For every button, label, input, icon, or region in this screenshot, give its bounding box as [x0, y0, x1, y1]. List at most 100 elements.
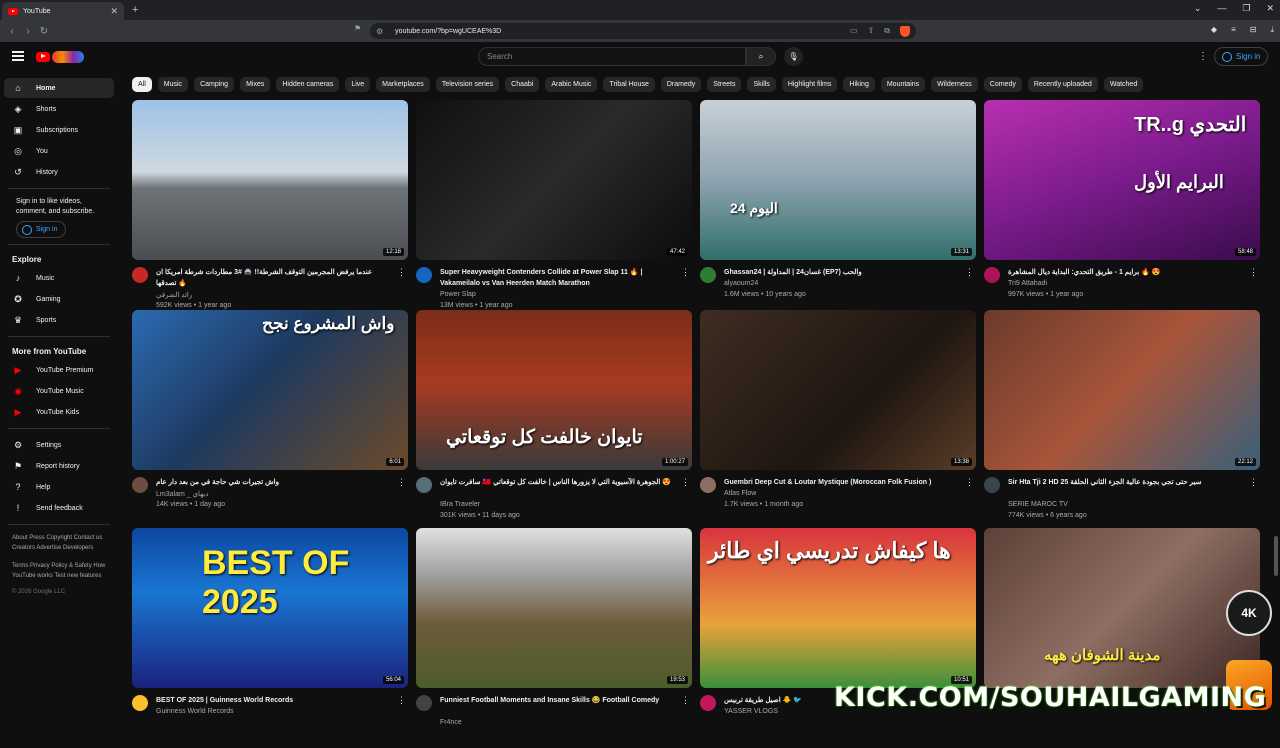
- video-thumbnail[interactable]: مدينة الشوفان ههه: [984, 528, 1260, 688]
- extensions-icon[interactable]: ⊟: [1250, 25, 1257, 35]
- chip[interactable]: Hiking: [843, 77, 875, 92]
- sidebar-item-subscriptions[interactable]: ▣ Subscriptions: [4, 120, 114, 140]
- sidebar-item-feedback[interactable]: ! Send feedback: [4, 498, 114, 518]
- video-thumbnail[interactable]: 12:18: [132, 100, 408, 260]
- video-title[interactable]: Super Heavyweight Contenders Collide at …: [440, 267, 676, 289]
- video-card[interactable]: واش المشروع نجح 6:01 واش تجيرات شي حاجة في…: [132, 310, 408, 530]
- chip[interactable]: Arabic Music: [545, 77, 598, 92]
- sidebar-item-help[interactable]: ? Help: [4, 477, 114, 497]
- chip[interactable]: Music: [157, 77, 189, 92]
- video-card[interactable]: TR..g التحدي البرايم الأول 58:48 برايم 1 - …: [984, 100, 1260, 320]
- video-title[interactable]: سافرت تايوان 🇹🇼 الجوهرة الآسيوية التي لا…: [440, 477, 676, 488]
- share-icon[interactable]: ⇪: [868, 26, 875, 37]
- chip[interactable]: Comedy: [983, 77, 1022, 92]
- cast-icon[interactable]: ▭: [850, 26, 858, 37]
- video-menu-icon[interactable]: ⋮: [397, 267, 406, 278]
- sidebar-item-music[interactable]: ♪ Music: [4, 268, 114, 288]
- video-thumbnail[interactable]: 13:38: [700, 310, 976, 470]
- sidebar-item-premium[interactable]: ▶ YouTube Premium: [4, 360, 114, 380]
- chip[interactable]: Recently uploaded: [1027, 77, 1098, 92]
- chip[interactable]: Dramedy: [660, 77, 702, 92]
- channel-avatar[interactable]: [132, 267, 148, 283]
- channel-avatar[interactable]: [700, 695, 716, 711]
- video-card[interactable]: ها كيفاش تدريسي اي طائر 10:51 اصيل طريقة ت…: [700, 528, 976, 748]
- chip[interactable]: Mixes: [240, 77, 271, 92]
- channel-avatar[interactable]: [132, 477, 148, 493]
- settings-menu-icon[interactable]: ⋮: [1198, 51, 1208, 62]
- sidebar-item-shorts[interactable]: ◈ Shorts: [4, 99, 114, 119]
- menu-icon[interactable]: ≡: [1231, 25, 1236, 35]
- channel-avatar[interactable]: [416, 695, 432, 711]
- sidebar-item-gaming[interactable]: ✪ Gaming: [4, 289, 114, 309]
- chip[interactable]: Wilderness: [931, 77, 978, 92]
- youtube-logo[interactable]: [36, 50, 86, 63]
- url-field[interactable]: ⚙ youtube.com/?bp=wgUCEAE%3D ▭ ⇪ ⧉: [370, 23, 916, 39]
- site-info-icon[interactable]: ⚙: [376, 27, 383, 36]
- channel-name[interactable]: SERIE MAROC TV: [1008, 501, 1068, 508]
- minimize-icon[interactable]: —: [1217, 3, 1226, 14]
- channel-name[interactable]: Guinness World Records: [156, 708, 234, 715]
- chip[interactable]: Streets: [707, 77, 742, 92]
- video-thumbnail[interactable]: TR..g التحدي البرايم الأول 58:48: [984, 100, 1260, 260]
- video-title[interactable]: عندما يرفض المجرمين التوقف الشرطة!! 🚔 #3…: [156, 267, 392, 289]
- channel-name[interactable]: YASSER VLOGS: [724, 708, 778, 715]
- search-input[interactable]: Search: [478, 47, 746, 66]
- video-menu-icon[interactable]: ⋮: [681, 695, 690, 706]
- channel-name[interactable]: Atlas Flow: [724, 490, 756, 497]
- chip[interactable]: Television series: [435, 77, 500, 92]
- video-card[interactable]: مدينة الشوفان ههه: [984, 528, 1260, 748]
- video-menu-icon[interactable]: ⋮: [1249, 267, 1258, 278]
- sidebar-item-you[interactable]: ◎ You: [4, 141, 114, 161]
- chip[interactable]: Watched: [1103, 77, 1144, 92]
- video-title[interactable]: Ghassan24 | غسان24 | المداولة (EP7) والح…: [724, 267, 960, 278]
- video-thumbnail[interactable]: 47:42: [416, 100, 692, 260]
- sidebar-item-settings[interactable]: ⚙ Settings: [4, 435, 114, 455]
- video-card[interactable]: تايوان خالفت كل توقعاتي 1:00:27 سافرت تايو…: [416, 310, 692, 530]
- channel-name[interactable]: Lm3alam _ ديهاي: [156, 490, 208, 498]
- video-thumbnail[interactable]: ها كيفاش تدريسي اي طائر 10:51: [700, 528, 976, 688]
- bookmark-icon[interactable]: ⚑: [354, 24, 361, 33]
- video-menu-icon[interactable]: ⋮: [681, 477, 690, 488]
- channel-avatar[interactable]: [416, 477, 432, 493]
- new-tab-button[interactable]: +: [132, 4, 138, 16]
- channel-avatar[interactable]: [416, 267, 432, 283]
- sidebar-item-sports[interactable]: ♛ Sports: [4, 310, 114, 330]
- video-title[interactable]: Guembri Deep Cut & Loutar Mystique (Moro…: [724, 477, 960, 488]
- search-button[interactable]: ⌕: [746, 47, 776, 66]
- channel-avatar[interactable]: [132, 695, 148, 711]
- sidebar-item-home[interactable]: ⌂ Home: [4, 78, 114, 98]
- video-thumbnail[interactable]: BEST OF 2025 56:04: [132, 528, 408, 688]
- video-thumbnail[interactable]: 19:53: [416, 528, 692, 688]
- video-card[interactable]: اليوم 24 13:31 Ghassan24 | غسان24 | المداو…: [700, 100, 976, 320]
- sidebar-item-music-app[interactable]: ◉ YouTube Music: [4, 381, 114, 401]
- channel-name[interactable]: Power Slap: [440, 291, 476, 298]
- video-card[interactable]: 13:38 Guembri Deep Cut & Loutar Mystique …: [700, 310, 976, 530]
- video-menu-icon[interactable]: ⋮: [397, 695, 406, 706]
- forward-icon[interactable]: ›: [20, 26, 36, 37]
- chip[interactable]: Live: [345, 77, 371, 92]
- chip[interactable]: Camping: [194, 77, 235, 92]
- channel-avatar[interactable]: [700, 267, 716, 283]
- video-card[interactable]: 12:18 عندما يرفض المجرمين التوقف الشرطة!!…: [132, 100, 408, 320]
- video-card[interactable]: 22:12 Sir Hta Tji 2 HD 25 سير حتى تجي بجو…: [984, 310, 1260, 530]
- video-menu-icon[interactable]: ⋮: [965, 267, 974, 278]
- wallet-icon[interactable]: ◆: [1211, 25, 1217, 35]
- signin-button[interactable]: Sign in: [1214, 47, 1269, 66]
- video-card[interactable]: 19:53 Funniest Football Moments and Insan…: [416, 528, 692, 748]
- tab-search-icon[interactable]: ⌄: [1194, 3, 1202, 14]
- channel-name[interactable]: alyaoum24: [724, 280, 758, 287]
- video-title[interactable]: برايم 1 - طريق التحدي: البداية ديال المش…: [1008, 267, 1244, 278]
- copy-icon[interactable]: ⧉: [884, 26, 890, 37]
- chip[interactable]: Marketplaces: [376, 77, 430, 92]
- video-thumbnail[interactable]: واش المشروع نجح 6:01: [132, 310, 408, 470]
- channel-name[interactable]: رائد الشرقي: [156, 291, 192, 299]
- footer-links-2[interactable]: Terms Privacy Policy & Safety How YouTub…: [0, 559, 120, 583]
- channel-avatar[interactable]: [984, 267, 1000, 283]
- sidebar-item-history[interactable]: ↺ History: [4, 162, 114, 182]
- voice-search-button[interactable]: 🎙: [784, 47, 803, 66]
- channel-name[interactable]: IBra Traveler: [440, 501, 480, 508]
- chip[interactable]: Tribal House: [603, 77, 655, 92]
- video-title[interactable]: Funniest Football Moments and Insane Ski…: [440, 695, 676, 706]
- footer-links[interactable]: About Press Copyright Contact us Creator…: [0, 531, 120, 555]
- video-menu-icon[interactable]: ⋮: [397, 477, 406, 488]
